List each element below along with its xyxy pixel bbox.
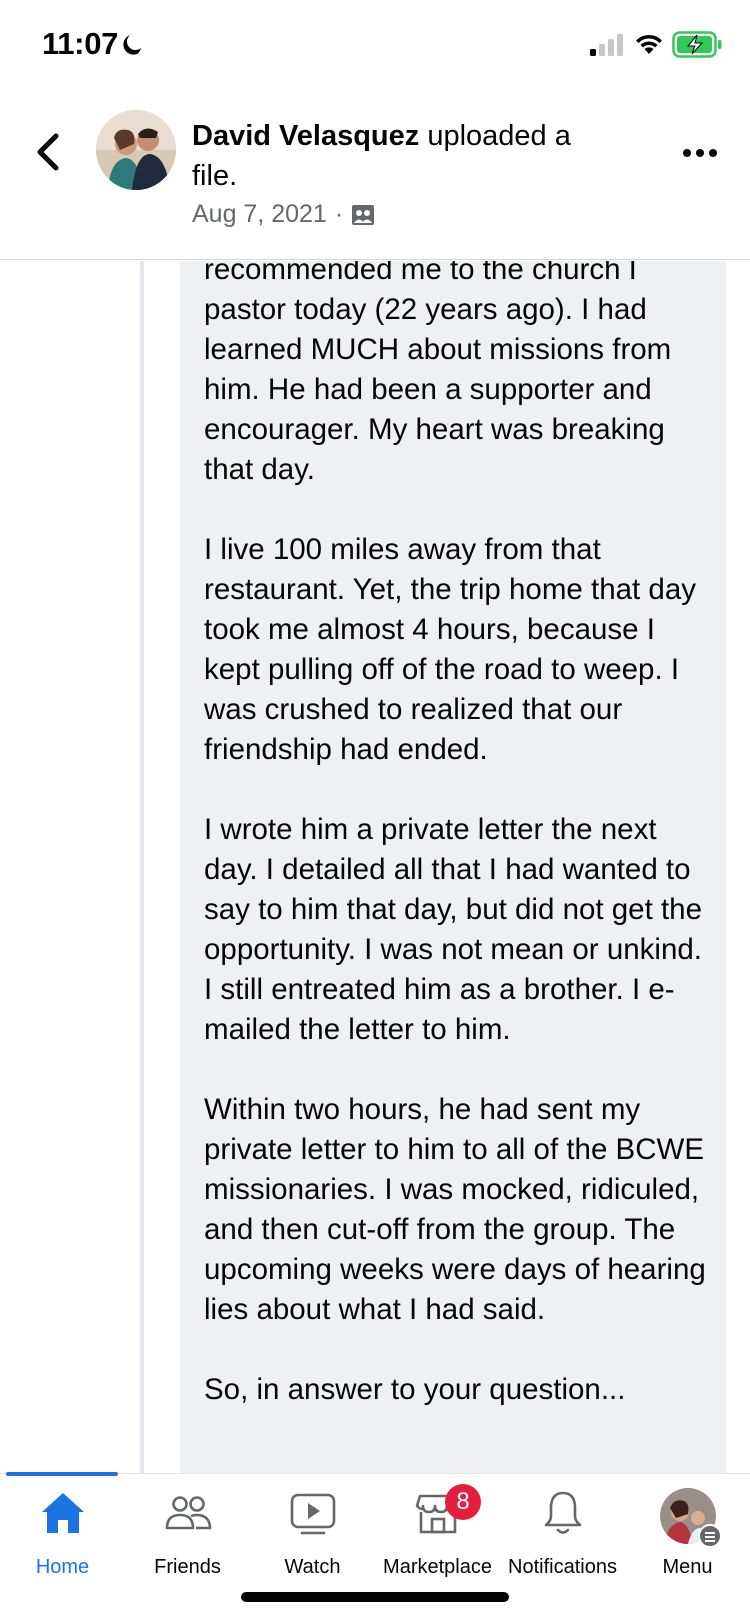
comment-paragraph: I wrote him a private letter the next da… (204, 813, 702, 1046)
bell-icon (544, 1491, 581, 1534)
home-icon (41, 1493, 84, 1533)
author-avatar[interactable] (96, 110, 176, 190)
menu-avatar (659, 1488, 722, 1548)
comment-thread[interactable]: recommended me to the church I pastor to… (0, 261, 750, 1473)
status-time: 11:07 (42, 26, 119, 61)
tab-label-notifications: Notifications (508, 1556, 617, 1578)
home-indicator[interactable] (241, 1592, 509, 1602)
moon-icon (123, 35, 141, 55)
comment-paragraph: recommended me to the church I pastor to… (204, 261, 672, 486)
tab-label-watch: Watch (284, 1556, 341, 1578)
audience-group-icon (352, 204, 375, 225)
post-meta: Aug 7, 2021 · (192, 200, 375, 229)
tab-watch[interactable]: Watch (250, 1488, 375, 1588)
cellular-signal-icon (590, 34, 623, 56)
more-options-icon[interactable] (682, 144, 718, 162)
battery-charging-icon (672, 31, 722, 58)
comment-text: recommended me to the church I pastor to… (204, 261, 714, 1450)
post-title: David Velasquez uploaded a file. (192, 116, 612, 196)
friends-icon (165, 1496, 211, 1530)
status-bar: 11:07 (0, 0, 750, 92)
comment-paragraph: I live 100 miles away from that restaura… (204, 533, 696, 766)
author-name[interactable]: David Velasquez (192, 120, 419, 152)
marketplace-badge: 8 (445, 1484, 481, 1520)
wifi-icon (636, 34, 662, 54)
watch-icon (290, 1493, 335, 1535)
meta-separator: · (334, 200, 344, 228)
comment-paragraph: Within two hours, he had sent my private… (204, 1093, 706, 1326)
tab-label-friends: Friends (154, 1556, 221, 1578)
active-tab-indicator (6, 1472, 118, 1476)
comment-paragraph: So, in answer to your question... (204, 1373, 626, 1406)
thread-line (140, 261, 144, 1473)
tab-label-home: Home (35, 1556, 90, 1578)
menu-lines-icon (697, 1524, 722, 1548)
tab-marketplace[interactable]: 8 Marketplace (375, 1484, 500, 1588)
tab-friends[interactable]: Friends (125, 1488, 250, 1588)
tab-label-menu: Menu (662, 1556, 713, 1578)
back-chevron-icon[interactable] (30, 130, 66, 174)
tab-notifications[interactable]: Notifications (500, 1488, 625, 1588)
post-date[interactable]: Aug 7, 2021 (192, 200, 327, 229)
post-header: David Velasquez uploaded a file. Aug 7, … (0, 92, 750, 260)
tab-label-marketplace: Marketplace (383, 1556, 492, 1578)
tab-menu[interactable]: Menu (625, 1488, 750, 1588)
tab-home[interactable]: Home (0, 1488, 125, 1588)
